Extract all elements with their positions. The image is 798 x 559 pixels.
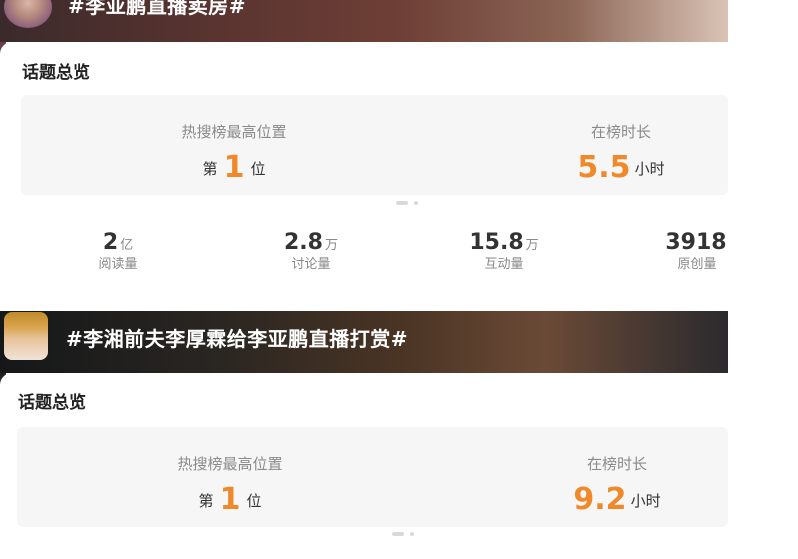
- stat-suffix: 小时: [634, 160, 665, 178]
- metric-value: 3918: [665, 230, 727, 255]
- section-title: 话题总览: [22, 63, 90, 83]
- stat-value-line: 第1位: [100, 482, 360, 517]
- topic-title[interactable]: #李亚鹏直播卖房#: [68, 0, 246, 19]
- stat-label: 热搜榜最高位置: [181, 123, 287, 141]
- metric-discussions: 2.8 万 讨论量: [251, 230, 371, 272]
- carousel-dot[interactable]: [410, 532, 414, 536]
- carousel-dots[interactable]: [396, 200, 426, 206]
- rank-stats-box: 热搜榜最高位置 第1位 在榜时长 9.2 小时: [17, 427, 728, 527]
- metric-unit: 亿: [120, 238, 134, 253]
- metric-label: 讨论量: [291, 257, 331, 272]
- stat-value: 1: [219, 482, 241, 517]
- topic-card-1: #李亚鹏直播卖房# 话题总览 热搜榜最高位置 第1位 在榜时长 5.5 小时 2亿…: [0, 0, 728, 280]
- metric-value: 2: [102, 230, 119, 255]
- stat-prefix: 第: [202, 160, 218, 178]
- carousel-dot-active[interactable]: [396, 201, 408, 205]
- time-on-list-stat: 在榜时长 5.5 小时: [491, 121, 728, 185]
- highest-rank-stat: 热搜榜最高位置 第1位: [100, 453, 360, 517]
- stat-value-line: 第1位: [104, 150, 364, 185]
- stat-value: 5.5: [577, 150, 631, 185]
- highest-rank-stat: 热搜榜最高位置 第1位: [104, 121, 364, 185]
- carousel-dots[interactable]: [392, 531, 422, 537]
- stat-value-line: 9.2 小时: [487, 482, 728, 517]
- metric-unit: 万: [525, 238, 539, 253]
- metric-value: 2.8: [284, 230, 323, 255]
- metric-original-posts: 3918 原创量: [637, 230, 728, 272]
- stat-suffix: 位: [250, 160, 266, 178]
- stat-suffix: 小时: [630, 492, 661, 510]
- stat-value: 9.2: [573, 482, 627, 517]
- blank-margin: [728, 0, 798, 559]
- metric-value: 15.8: [469, 230, 524, 255]
- metric-interactions: 15.8 万 互动量: [444, 230, 564, 272]
- stat-label: 在榜时长: [590, 123, 651, 141]
- stat-prefix: 第: [198, 492, 214, 510]
- rank-stats-box: 热搜榜最高位置 第1位 在榜时长 5.5 小时: [21, 95, 728, 195]
- carousel-dot-active[interactable]: [392, 532, 404, 536]
- time-on-list-stat: 在榜时长 9.2 小时: [487, 453, 728, 517]
- metric-label: 原创量: [677, 257, 717, 272]
- stat-label: 热搜榜最高位置: [177, 455, 283, 473]
- topic-card-2: #李湘前夫李厚霖给李亚鹏直播打赏# 话题总览 热搜榜最高位置 第1位 在榜时长 …: [0, 311, 728, 559]
- section-title: 话题总览: [18, 393, 86, 413]
- stat-suffix: 位: [246, 492, 262, 510]
- topic-title[interactable]: #李湘前夫李厚霖给李亚鹏直播打赏#: [66, 323, 408, 352]
- metric-label: 阅读量: [98, 257, 138, 272]
- carousel-dot[interactable]: [414, 201, 418, 205]
- stat-label: 在榜时长: [586, 455, 647, 473]
- avatar[interactable]: [4, 312, 48, 360]
- metric-reads: 2亿 阅读量: [58, 230, 178, 272]
- metric-label: 互动量: [484, 257, 524, 272]
- stat-value-line: 5.5 小时: [491, 150, 728, 185]
- stat-value: 1: [223, 150, 245, 185]
- metric-unit: 万: [324, 238, 338, 253]
